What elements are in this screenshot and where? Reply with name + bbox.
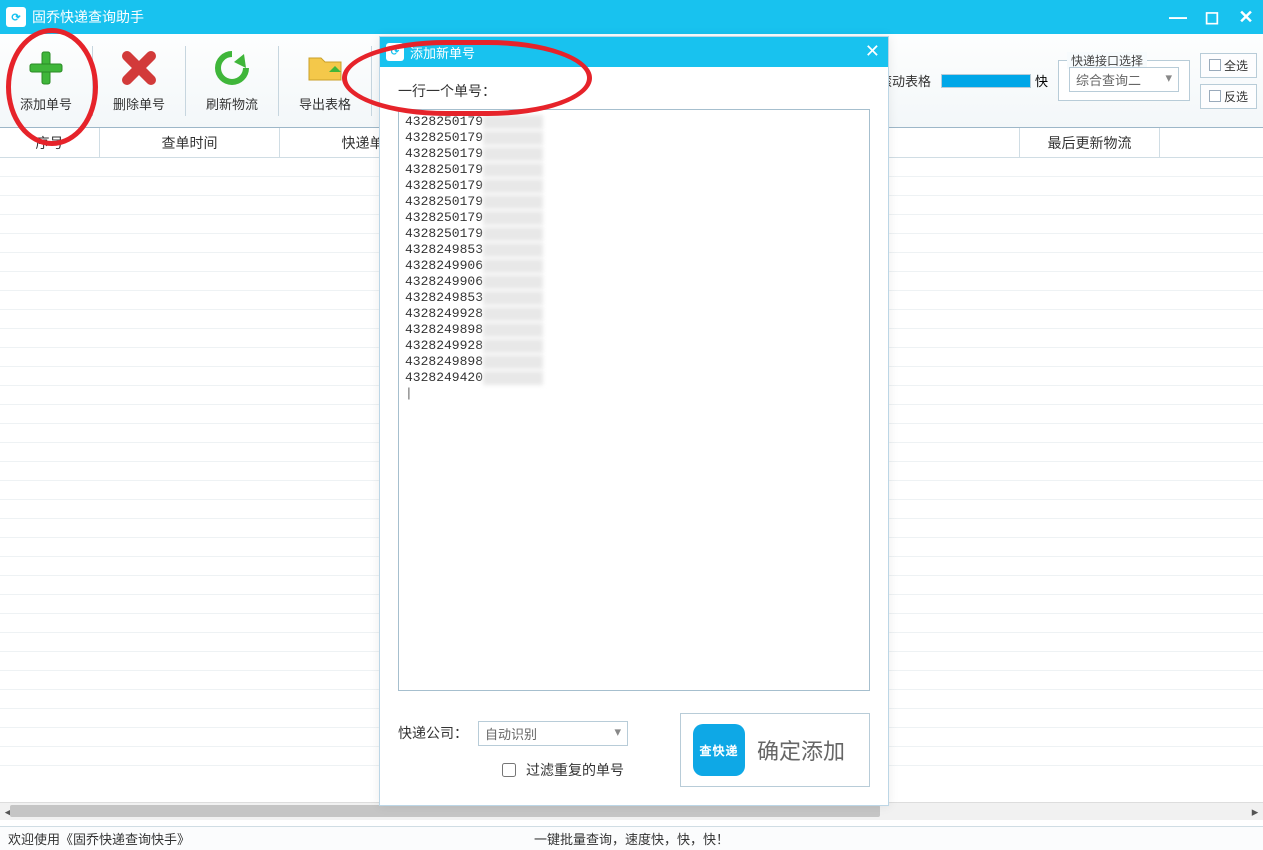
- tracking-number-line: 4328250179: [405, 130, 863, 146]
- interface-group: 快递接口选择 综合查询二: [1058, 60, 1190, 101]
- column-header[interactable]: 最后更新物流: [1020, 128, 1160, 157]
- invert-icon: [1209, 90, 1221, 102]
- tracking-number-line: 4328249906: [405, 274, 863, 290]
- app-title: 固乔快递查询助手: [32, 7, 144, 27]
- tracking-number-line: 4328249898: [405, 354, 863, 370]
- dedupe-label: 过滤重复的单号: [526, 760, 624, 780]
- column-header[interactable]: 序号: [0, 128, 100, 157]
- invert-selection-button[interactable]: 反选: [1200, 84, 1257, 109]
- dedupe-checkbox[interactable]: [502, 763, 516, 777]
- tracking-number-line: 4328250179: [405, 194, 863, 210]
- tracking-number-line: 4328249420: [405, 370, 863, 386]
- blurred-digits: [483, 339, 543, 353]
- confirm-add-button[interactable]: 查快递 确定添加: [680, 713, 870, 787]
- dialog-title: 添加新单号: [410, 43, 475, 62]
- close-button[interactable]: ✕: [1233, 4, 1259, 30]
- company-select[interactable]: 自动识别: [478, 721, 628, 746]
- toolbar-divider: [185, 46, 186, 116]
- blurred-digits: [483, 291, 543, 305]
- delete-number-label: 删除单号: [113, 94, 165, 113]
- blurred-digits: [483, 259, 543, 273]
- blurred-digits: [483, 195, 543, 209]
- blurred-digits: [483, 115, 543, 129]
- confirm-add-label: 确定添加: [757, 734, 845, 766]
- scroll-thumb[interactable]: [10, 805, 880, 817]
- add-number-dialog: ⟳ 添加新单号 ✕ 一行一个单号： 4328250179432825017943…: [379, 36, 889, 806]
- speed-progressbar: [941, 74, 1031, 88]
- company-label: 快递公司：: [398, 723, 468, 743]
- speed-suffix: 快: [1035, 71, 1048, 90]
- dialog-icon: ⟳: [386, 43, 404, 61]
- tracking-number-line: 4328250179: [405, 178, 863, 194]
- toolbar-divider: [92, 46, 93, 116]
- maximize-button[interactable]: ◻: [1199, 4, 1225, 30]
- scroll-right-arrow[interactable]: ▸: [1247, 803, 1263, 820]
- tracking-numbers-textarea[interactable]: 4328250179432825017943282501794328250179…: [398, 109, 870, 691]
- blurred-digits: [483, 323, 543, 337]
- blurred-digits: [483, 307, 543, 321]
- blurred-digits: [483, 355, 543, 369]
- minimize-button[interactable]: —: [1165, 4, 1191, 30]
- export-folder-icon: [305, 48, 345, 88]
- plus-icon: [26, 48, 66, 88]
- select-all-button[interactable]: 全选: [1200, 53, 1257, 78]
- refresh-logistics-label: 刷新物流: [206, 94, 258, 113]
- interface-select[interactable]: 综合查询二: [1069, 67, 1179, 92]
- blurred-digits: [483, 131, 543, 145]
- tracking-number-line: 4328249898: [405, 322, 863, 338]
- select-all-label: 全选: [1224, 57, 1248, 74]
- blurred-digits: [483, 371, 543, 385]
- app-icon: ⟳: [6, 7, 26, 27]
- confirm-logo-text: 查快递: [699, 742, 738, 759]
- delete-cross-icon: [119, 48, 159, 88]
- statusbar-center: 一键批量查询，速度快，快，快！: [534, 829, 729, 848]
- dialog-close-button[interactable]: ✕: [865, 41, 880, 62]
- tracking-number-line: 4328249906: [405, 258, 863, 274]
- tracking-number-line: 4328250179: [405, 210, 863, 226]
- add-number-button[interactable]: 添加单号: [6, 39, 86, 123]
- toolbar-divider: [278, 46, 279, 116]
- export-table-button[interactable]: 导出表格: [285, 39, 365, 123]
- tracking-number-line: 4328249853: [405, 290, 863, 306]
- statusbar-left: 欢迎使用《固乔快递查询快手》: [8, 829, 190, 848]
- column-header[interactable]: 查单时间: [100, 128, 280, 157]
- statusbar: 欢迎使用《固乔快递查询快手》 一键批量查询，速度快，快，快！: [0, 826, 1263, 850]
- select-all-icon: [1209, 59, 1221, 71]
- tracking-number-line: 4328249853: [405, 242, 863, 258]
- input-label: 一行一个单号：: [398, 81, 870, 101]
- tracking-number-line: 4328250179: [405, 162, 863, 178]
- toolbar-divider: [371, 46, 372, 116]
- export-table-label: 导出表格: [299, 94, 351, 113]
- blurred-digits: [483, 179, 543, 193]
- tracking-number-line: 4328249928: [405, 306, 863, 322]
- blurred-digits: [483, 211, 543, 225]
- tracking-number-line: 4328250179: [405, 146, 863, 162]
- delete-number-button[interactable]: 删除单号: [99, 39, 179, 123]
- blurred-digits: [483, 147, 543, 161]
- refresh-logistics-button[interactable]: 刷新物流: [192, 39, 272, 123]
- invert-label: 反选: [1224, 88, 1248, 105]
- blurred-digits: [483, 227, 543, 241]
- add-number-label: 添加单号: [20, 94, 72, 113]
- main-titlebar: ⟳ 固乔快递查询助手 — ◻ ✕: [0, 0, 1263, 34]
- blurred-digits: [483, 163, 543, 177]
- confirm-logo-icon: 查快递: [693, 724, 745, 776]
- refresh-icon: [212, 48, 252, 88]
- tracking-number-line: 4328250179: [405, 114, 863, 130]
- blurred-digits: [483, 243, 543, 257]
- blurred-digits: [483, 275, 543, 289]
- tracking-number-line: 4328250179: [405, 226, 863, 242]
- dialog-titlebar: ⟳ 添加新单号 ✕: [380, 37, 888, 67]
- tracking-number-line: 4328249928: [405, 338, 863, 354]
